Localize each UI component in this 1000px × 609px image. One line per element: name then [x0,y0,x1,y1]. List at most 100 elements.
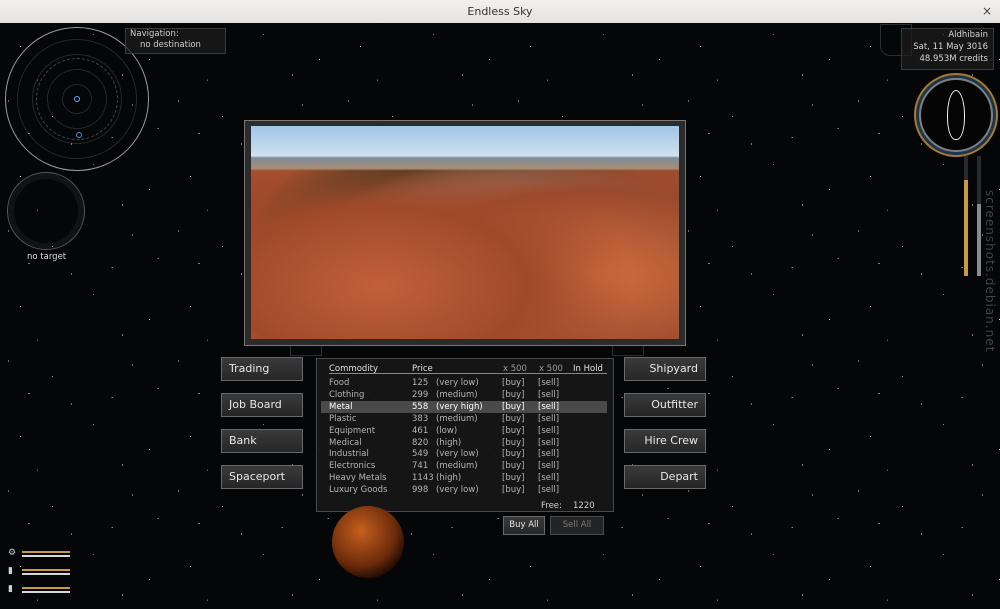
commodity-price-level: (high) [436,437,462,448]
trading-panel: Commodity Price x 500 x 500 In Hold Food… [316,358,614,512]
gear-icon: ⚙ [8,548,17,558]
commodity-row[interactable]: Medical 820 (high) [buy] [sell] [321,437,607,449]
commodity-price-level: (medium) [436,389,478,400]
buy-link[interactable]: [buy] [502,460,524,472]
ship-small-icon: ▮ [8,566,13,576]
commodity-price-level: (medium) [436,413,478,424]
hire-crew-button[interactable]: Hire Crew [624,429,706,453]
buy-link[interactable]: [buy] [502,425,524,437]
sell-link[interactable]: [sell] [538,377,559,389]
buy-all-button[interactable]: Buy All [503,516,545,535]
buy-link[interactable]: [buy] [502,413,524,425]
buy-link[interactable]: [buy] [502,401,524,413]
sell-link[interactable]: [sell] [538,425,559,437]
buy-link[interactable]: [buy] [502,472,524,484]
watermark: screenshots.debian.net [983,190,997,353]
trading-button-label: Trading [229,362,270,375]
bank-button-label: Bank [229,434,257,447]
commodity-name: Metal [329,401,353,412]
sell-link[interactable]: [sell] [538,413,559,425]
close-icon[interactable]: × [982,0,992,23]
commodity-name: Industrial [329,449,369,460]
energy-bar-fill [964,180,968,276]
depart-button[interactable]: Depart [624,465,706,489]
status-line [22,591,70,593]
commodity-row[interactable]: Heavy Metals 1143 (high) [buy] [sell] [321,472,607,484]
buy-link[interactable]: [buy] [502,377,524,389]
sell-link[interactable]: [sell] [538,484,559,496]
planet-orb [332,506,404,578]
outfitter-button[interactable]: Outfitter [624,393,706,417]
sell-link[interactable]: [sell] [538,389,559,401]
commodity-row[interactable]: Plastic 383 (medium) [buy] [sell] [321,413,607,425]
sell-link[interactable]: [sell] [538,472,559,484]
buy-all-label: Buy All [509,520,539,530]
sell-all-label: Sell All [562,520,592,530]
commodity-price: 1143 [412,473,434,484]
commodity-row[interactable]: Clothing 299 (medium) [buy] [sell] [321,389,607,401]
buy-link[interactable]: [buy] [502,448,524,460]
buy-link[interactable]: [buy] [502,437,524,449]
window-title: Endless Sky [467,5,533,18]
commodity-price: 461 [412,425,429,436]
buy-link[interactable]: [buy] [502,389,524,401]
commodity-price: 741 [412,461,429,472]
sell-link[interactable]: [sell] [538,460,559,472]
spaceport-button[interactable]: Spaceport [221,465,303,489]
commodity-price: 383 [412,413,429,424]
heat-bar-fill [977,204,981,276]
credits-display: 48.953M credits [919,54,988,64]
navigation-destination: no destination [140,40,201,50]
commodity-price-level: (very low) [436,378,479,388]
shipyard-button[interactable]: Shipyard [624,357,706,381]
system-name: Aldhibain [948,30,988,40]
hire-crew-button-label: Hire Crew [644,434,698,447]
shipyard-button-label: Shipyard [649,362,698,375]
target-display[interactable] [7,172,85,250]
commodity-row[interactable]: Equipment 461 (low) [buy] [sell] [321,425,607,437]
commodity-name: Clothing [329,389,365,400]
bank-button[interactable]: Bank [221,429,303,453]
commodity-price: 998 [412,485,429,496]
sell-link[interactable]: [sell] [538,448,559,460]
player-marker-icon [74,96,80,102]
trading-button[interactable]: Trading [221,357,303,381]
outfitter-button-label: Outfitter [651,398,698,411]
status-panel: Aldhibain Sat, 11 May 3016 48.953M credi… [901,28,994,70]
commodity-name: Luxury Goods [329,485,388,496]
sell-all-button[interactable]: Sell All [550,516,604,535]
free-space-value: 1220 [573,501,595,511]
depart-button-label: Depart [660,470,698,483]
commodity-row[interactable]: Luxury Goods 998 (very low) [buy] [sell] [321,484,607,496]
job-board-button-label: Job Board [229,398,282,411]
commodity-price: 558 [412,401,429,412]
navigation-panel: Navigation: no destination [125,28,226,54]
status-line [22,569,70,571]
commodity-price-level: (very low) [436,485,479,496]
commodity-row[interactable]: Electronics 741 (medium) [buy] [sell] [321,460,607,472]
header-divider [329,373,607,374]
spaceport-button-label: Spaceport [229,470,286,483]
energy-bar [964,156,968,276]
commodity-price-level: (very low) [436,449,479,460]
commodity-price-level: (very high) [436,401,483,412]
planet-marker-icon [76,132,82,138]
commodity-name: Electronics [329,461,376,472]
planet-landscape-image [251,126,679,339]
heat-bar [977,156,981,276]
status-line [22,555,70,557]
planet-landscape-frame [244,120,686,346]
commodity-price-level: (medium) [436,461,478,472]
status-line [22,587,70,589]
commodity-row[interactable]: Food 125 (very low) [buy] [sell] [321,377,607,389]
job-board-button[interactable]: Job Board [221,393,303,417]
navigation-label: Navigation: [130,29,179,39]
sell-link[interactable]: [sell] [538,437,559,449]
commodity-row[interactable]: Industrial 549 (very low) [buy] [sell] [321,448,607,460]
free-space-label: Free: [541,501,562,511]
buy-link[interactable]: [buy] [502,484,524,496]
window-titlebar: Endless Sky × [0,0,1000,24]
commodity-row[interactable]: Metal 558 (very high) [buy] [sell] [321,400,607,413]
commodity-price: 299 [412,389,429,400]
sell-link[interactable]: [sell] [538,401,559,413]
